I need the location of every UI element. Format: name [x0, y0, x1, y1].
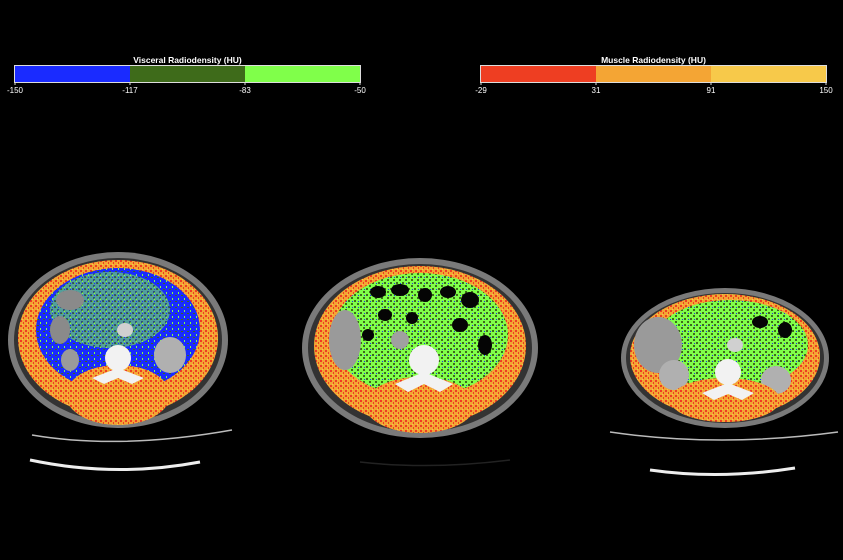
scan-middle: [302, 258, 538, 467]
scan-right: [609, 288, 839, 477]
ct-scans: [8, 252, 839, 477]
scan-left: [8, 252, 233, 471]
